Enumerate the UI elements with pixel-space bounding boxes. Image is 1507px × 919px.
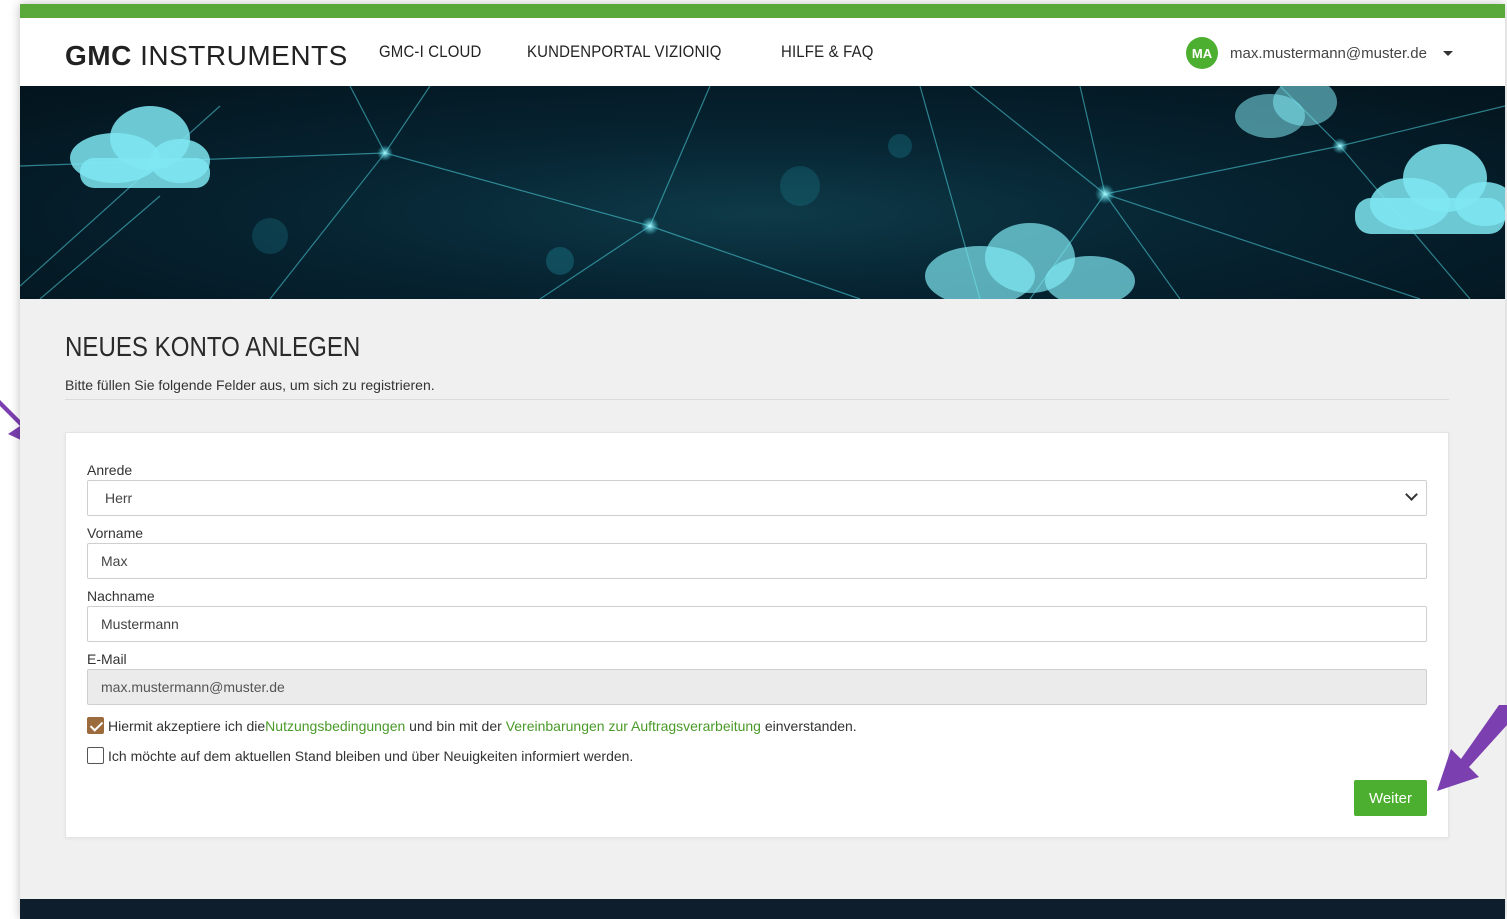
- terms-checkbox[interactable]: [87, 717, 104, 734]
- weiter-button[interactable]: Weiter: [1354, 780, 1427, 816]
- main-nav: GMC-I CLOUD KUNDENPORTAL VIZIONIQ HILFE …: [379, 42, 886, 62]
- nav-gmc-cloud[interactable]: GMC-I CLOUD: [379, 42, 482, 62]
- user-email: max.mustermann@muster.de: [1230, 44, 1427, 62]
- main-content: NEUES KONTO ANLEGEN Bitte füllen Sie fol…: [20, 299, 1505, 838]
- logo-light-text: INSTRUMENTS: [140, 40, 348, 71]
- terms-link[interactable]: Nutzungsbedingungen: [265, 718, 405, 734]
- email-label: E-Mail: [87, 651, 127, 667]
- logo-bold-text: GMC: [65, 40, 132, 71]
- nav-kundenportal[interactable]: KUNDENPORTAL VIZIONIQ: [527, 42, 722, 62]
- network-cloud-image: [20, 86, 1505, 299]
- anrede-value: Herr: [105, 490, 133, 506]
- anrede-select[interactable]: Herr: [87, 480, 1427, 516]
- registration-form-card: Anrede Herr Vorname Max Nachname Musterm…: [65, 432, 1449, 838]
- nachname-label: Nachname: [87, 588, 155, 604]
- newsletter-text: Ich möchte auf dem aktuellen Stand bleib…: [108, 747, 634, 764]
- newsletter-checkbox[interactable]: [87, 747, 104, 764]
- chevron-down-icon: [1405, 488, 1418, 501]
- nachname-input[interactable]: Mustermann: [87, 606, 1427, 642]
- vorname-label: Vorname: [87, 525, 144, 541]
- site-header: GMC INSTRUMENTS GMC-I CLOUD KUNDENPORTAL…: [20, 18, 1505, 86]
- avv-link[interactable]: Vereinbarungen zur Auftragsverarbeitung: [506, 718, 761, 734]
- vorname-input[interactable]: Max: [87, 543, 1427, 579]
- site-footer: [20, 899, 1505, 919]
- nav-hilfe-faq[interactable]: HILFE & FAQ: [781, 42, 874, 62]
- page-title: NEUES KONTO ANLEGEN: [65, 331, 361, 362]
- terms-row: Hiermit akzeptiere ich die Nutzungsbedin…: [87, 717, 1427, 734]
- newsletter-row: Ich möchte auf dem aktuellen Stand bleib…: [87, 747, 1427, 764]
- anrede-label: Anrede: [87, 462, 133, 478]
- browser-page: GMC INSTRUMENTS GMC-I CLOUD KUNDENPORTAL…: [20, 4, 1505, 919]
- user-menu[interactable]: MA max.mustermann@muster.de: [1186, 37, 1453, 69]
- email-field: max.mustermann@muster.de: [87, 669, 1427, 705]
- hero-banner: [20, 86, 1505, 299]
- avatar: MA: [1186, 37, 1219, 69]
- annotation-arrow-right-icon: [1437, 705, 1507, 791]
- terms-text-2: und bin mit der: [405, 717, 506, 734]
- page-subtitle: Bitte füllen Sie folgende Felder aus, um…: [65, 377, 1449, 400]
- top-accent-bar: [20, 4, 1505, 18]
- gmc-logo[interactable]: GMC INSTRUMENTS: [65, 40, 348, 72]
- terms-text-3: einverstanden.: [760, 717, 857, 734]
- terms-text-1: Hiermit akzeptiere ich die: [108, 717, 266, 734]
- caret-down-icon[interactable]: [1443, 50, 1453, 56]
